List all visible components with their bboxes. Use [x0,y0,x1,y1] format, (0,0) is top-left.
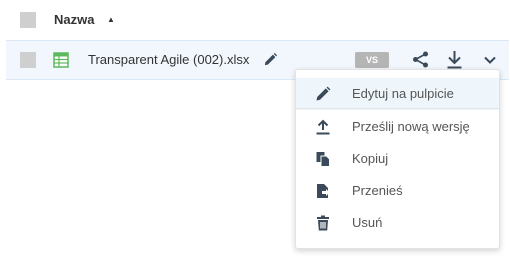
upload-icon [316,119,330,135]
select-all-checkbox[interactable] [20,12,36,28]
menu-item-upload-new-version[interactable]: Prześlij nową wersję [296,111,499,143]
edit-icon[interactable] [263,52,278,67]
file-list: Nazwa ▲ Transparent Agile (002).xlsx VS [0,0,510,259]
menu-divider [296,108,499,109]
pencil-icon [316,86,331,101]
menu-item-label: Kopiuj [352,151,389,166]
menu-item-label: Przenieś [352,183,403,198]
trash-icon [317,215,329,231]
chevron-down-icon[interactable] [483,54,497,66]
menu-item-label: Edytuj na pulpicie [352,86,454,101]
download-icon[interactable] [446,50,463,69]
menu-item-copy[interactable]: Kopiuj [296,143,499,175]
menu-item-label: Usuń [352,215,383,230]
file-name[interactable]: Transparent Agile (002).xlsx [88,52,249,68]
column-header-name[interactable]: Nazwa [54,12,94,28]
sort-ascending-icon[interactable]: ▲ [107,12,115,28]
file-row-checkbox[interactable] [20,52,36,68]
file-actions-menu: Edytuj na pulpicie Prześlij nową wersję … [295,69,500,249]
version-badge: VS [355,52,389,68]
share-icon[interactable] [412,51,429,68]
move-icon [317,184,330,198]
menu-item-label: Prześlij nową wersję [352,119,470,134]
copy-icon [316,152,330,167]
menu-item-move[interactable]: Przenieś [296,175,499,207]
menu-item-delete[interactable]: Usuń [296,207,499,239]
xlsx-spreadsheet-icon [53,52,69,68]
menu-item-edit-on-desktop[interactable]: Edytuj na pulpicie [296,78,499,110]
